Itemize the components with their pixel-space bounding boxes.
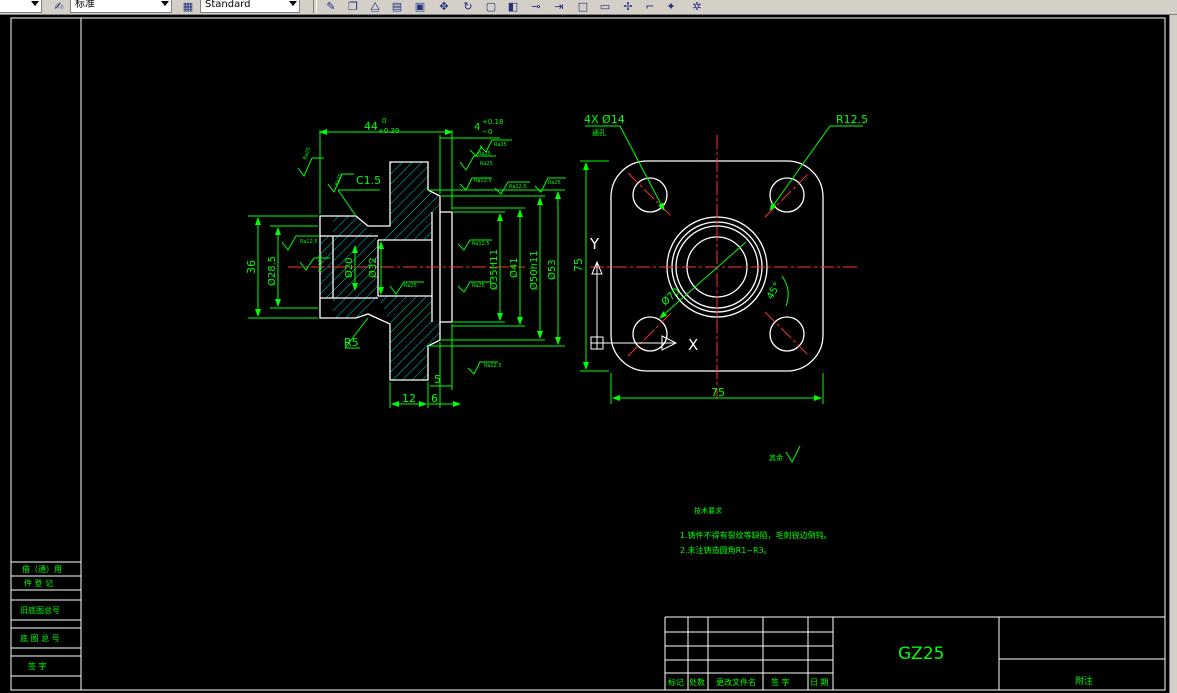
dim-diameter: Ø35H11: [488, 249, 500, 290]
side-row-label: 借（通）用: [22, 564, 62, 574]
plan-view: [590, 135, 858, 398]
dim-style-value: 标准: [75, 0, 95, 10]
ra-label: Ra25: [480, 161, 493, 167]
header-sign: 签 字: [771, 677, 790, 687]
properties-icon[interactable]: ✲: [690, 0, 704, 13]
part-name: 附注: [1075, 675, 1093, 687]
dim-width: 6: [431, 392, 438, 405]
dim-radius: R12.5: [836, 113, 868, 126]
dim-length: 44: [364, 120, 378, 133]
break-icon[interactable]: □: [576, 0, 590, 13]
dim-side: 75: [572, 258, 585, 272]
plan-centerlines: [590, 135, 858, 398]
ra-label: Ra25: [302, 147, 312, 161]
notes-line-1: 1.铸件不得有裂纹等缺陷，毛刺锐边倒钝。: [680, 530, 832, 540]
side-row-label: 签 字: [28, 661, 47, 671]
side-block-text: 借（通）用 件 登 记 旧底图总号 底 图 总 号 签 字: [20, 564, 62, 671]
toolbar: ✍ 标准 ▦ Standard ✎ ❐ ⧋ ▤ ▣ ✥ ↻ ▢ ◧ ⊸ ⇥ □ …: [0, 0, 1177, 15]
toolbar-separator: [313, 0, 317, 13]
ra-label: Ra12.5: [318, 254, 324, 272]
join-icon[interactable]: ▭: [598, 0, 612, 13]
dim-diameter: Ø28.5: [266, 256, 278, 286]
vertical-scrollbar[interactable]: [1169, 15, 1177, 693]
ra-label: Ra25: [334, 173, 344, 187]
notes-line-2: 2.未注铸造圆角R1~R3。: [680, 545, 772, 555]
dim-diameter: Ø20: [343, 257, 355, 278]
text-style-value: Standard: [205, 0, 251, 10]
trim-icon[interactable]: ⊸: [529, 0, 543, 13]
fillet-icon[interactable]: ⌐: [643, 0, 657, 13]
stretch-icon[interactable]: ◧: [506, 0, 520, 13]
dim-chamfer: C1.5: [356, 174, 381, 187]
dimension-style-icon[interactable]: ✍: [52, 0, 66, 13]
dim-tol: +0.18: [482, 118, 503, 126]
ra-label: Ra25: [404, 283, 417, 289]
part-number: GZ25: [898, 644, 944, 664]
dim-diameter: Ø32: [367, 257, 379, 278]
text-style-icon[interactable]: ▦: [181, 0, 195, 13]
dim-side: 75: [711, 386, 725, 399]
header-date: 日 期: [810, 678, 829, 687]
header-mark: 标记: [668, 677, 684, 687]
copy-icon[interactable]: ❐: [346, 0, 360, 13]
ra-label: Ra25: [494, 142, 507, 148]
dim-diameter: Ø50h11: [528, 250, 540, 290]
notes-title: 技术要求: [694, 506, 722, 515]
move-icon[interactable]: ✥: [437, 0, 451, 13]
side-row-label: 旧底图总号: [20, 605, 60, 615]
title-block-text: GZ25 附注 标记 处数 更改文件名 签 字 日 期: [668, 644, 1093, 687]
chevron-down-icon: [289, 1, 297, 6]
dim-diameter: Ø70: [659, 286, 682, 309]
chevron-down-icon: [161, 1, 169, 6]
scale-icon[interactable]: ▢: [484, 0, 498, 13]
plan-dimensions: [580, 125, 863, 404]
header-doc: 更改文件名: [716, 677, 756, 687]
dim-width: 12: [402, 392, 416, 405]
dim-length: 4: [474, 122, 480, 133]
explode-icon[interactable]: ✦: [664, 0, 678, 13]
side-row-label: 底 图 总 号: [20, 633, 60, 643]
layer-dropdown[interactable]: [0, 0, 42, 13]
header-qty: 处数: [689, 677, 705, 687]
ucs-axis-x: X: [688, 336, 698, 354]
dim-width: 5: [434, 373, 441, 386]
offset-icon[interactable]: ▤: [390, 0, 404, 13]
dim-diameter: Ø53: [546, 259, 558, 280]
chamfer-icon[interactable]: ✢: [621, 0, 635, 13]
text-style-dropdown[interactable]: Standard: [200, 0, 300, 13]
ra-label: Ra12.5: [300, 239, 318, 245]
array-icon[interactable]: ▣: [413, 0, 427, 13]
side-row-label: 件 登 记: [24, 578, 53, 588]
dim-diameter: Ø41: [508, 257, 520, 278]
ra-label: Ra12.5: [509, 184, 527, 190]
section-hatch: [320, 162, 440, 380]
dim-diameter: 36: [245, 260, 258, 274]
plan-dimension-text: 4X Ø14 通孔 R12.5 75 75 Ø70 45°: [572, 113, 868, 399]
ra-label: Ra25: [548, 180, 561, 186]
dim-holes-note: 通孔: [592, 128, 606, 137]
ra-label: Ra25: [472, 283, 485, 289]
remaining-finish-label: 其余: [769, 453, 783, 462]
erase-icon[interactable]: ✎: [324, 0, 338, 13]
dim-radius: R5: [344, 336, 359, 349]
dim-angle: 45°: [765, 281, 783, 302]
remaining-finish-symbol: [785, 445, 801, 464]
mirror-icon[interactable]: ⧋: [368, 0, 382, 13]
dim-tol: −0: [482, 128, 492, 136]
extend-icon[interactable]: ⇥: [552, 0, 566, 13]
drawing-canvas[interactable]: Ra25 Ra25 Ra12.5 Ra12.5 Ra25 Ra25 Ra25 R…: [0, 15, 1169, 693]
ucs-axis-y: Y: [589, 235, 600, 253]
chevron-down-icon: [31, 1, 39, 6]
dim-tol: +0.39: [378, 127, 399, 135]
technical-notes: 技术要求 1.铸件不得有裂纹等缺陷，毛刺锐边倒钝。 2.未注铸造圆角R1~R3。: [680, 506, 832, 555]
dim-holes: 4X Ø14: [584, 113, 625, 126]
ra-label: Ra12.5: [474, 178, 492, 184]
dim-tol: 0: [382, 117, 386, 125]
rotate-icon[interactable]: ↻: [461, 0, 475, 13]
ra-label: Ra12.5: [484, 363, 502, 369]
ra-label: Ra25: [478, 151, 491, 157]
dim-style-dropdown[interactable]: 标准: [70, 0, 172, 13]
ra-label: Ra12.5: [472, 241, 490, 247]
